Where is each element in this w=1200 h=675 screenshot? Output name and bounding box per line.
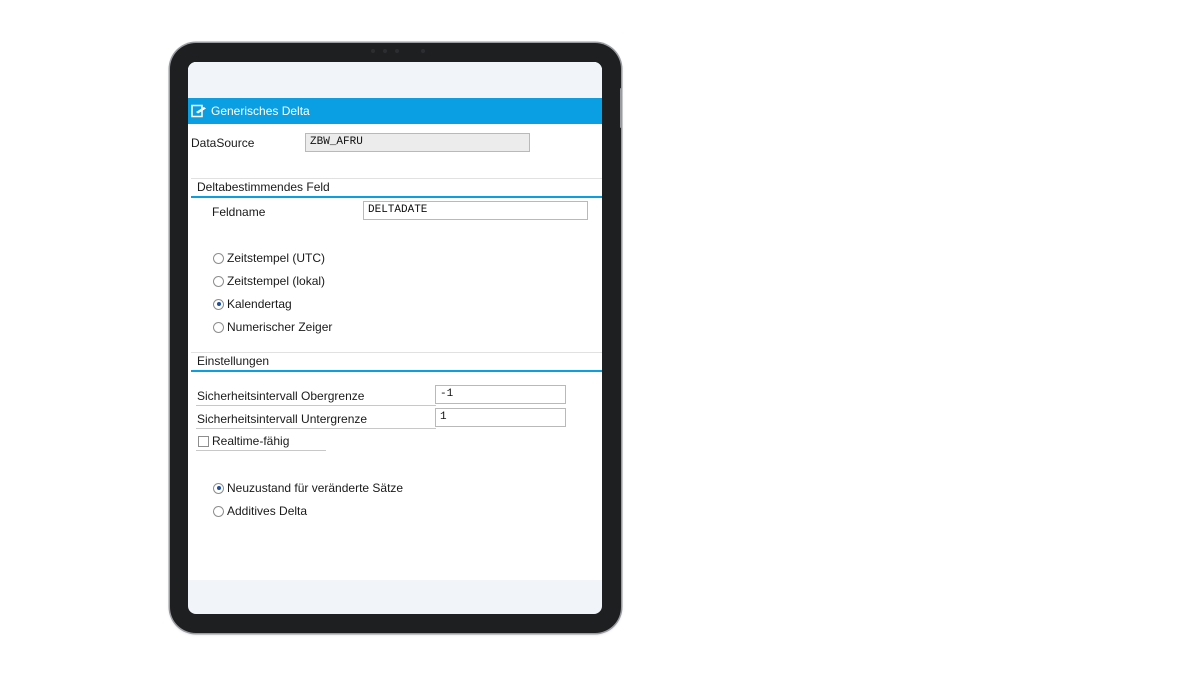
radio-button[interactable] [213,321,224,333]
upper-limit-label: Sicherheitsintervall Obergrenze [197,389,365,403]
datasource-field: ZBW_AFRU [305,133,530,152]
radio-label: Zeitstempel (lokal) [227,274,326,288]
radio-label: Zeitstempel (UTC) [227,251,326,265]
delta-field-group-header: Deltabestimmendes Feld [191,178,602,198]
radio-timestamp-utc[interactable]: Zeitstempel (UTC) [213,251,325,265]
tablet-screen: Generisches Delta DataSource ZBW_AFRU De… [188,62,602,614]
radio-button[interactable] [213,275,224,287]
radio-label: Kalendertag [227,297,292,311]
top-strip [188,62,602,98]
settings-group-title: Einstellungen [197,354,270,368]
radio-button[interactable] [213,505,224,517]
delta-field-group-title: Deltabestimmendes Feld [197,180,330,194]
sap-dialog: Generisches Delta DataSource ZBW_AFRU De… [188,62,602,580]
radio-label: Numerischer Zeiger [227,320,333,334]
lower-limit-label: Sicherheitsintervall Untergrenze [197,412,368,426]
camera-icon [365,47,425,55]
radio-additive-delta[interactable]: Additives Delta [213,504,307,518]
radio-label: Additives Delta [227,504,308,518]
realtime-label: Realtime-fähig [212,434,290,448]
radio-new-state[interactable]: Neuzustand für veränderte Sätze [213,481,403,495]
radio-label: Neuzustand für veränderte Sätze [227,481,404,495]
title-bar: Generisches Delta [188,98,602,124]
window-title: Generisches Delta [211,104,310,118]
fieldname-label: Feldname [212,205,266,219]
radio-timestamp-local[interactable]: Zeitstempel (lokal) [213,274,325,288]
tablet-side-button [620,88,622,128]
realtime-checkbox[interactable] [198,435,209,447]
settings-group-header: Einstellungen [191,352,602,372]
datasource-label: DataSource [191,136,255,150]
divider [196,428,436,429]
radio-button[interactable] [213,482,224,494]
divider [196,450,326,451]
radio-calendar-day[interactable]: Kalendertag [213,297,292,311]
radio-numeric-pointer[interactable]: Numerischer Zeiger [213,320,332,334]
lower-limit-input[interactable]: 1 [435,408,566,427]
edit-document-icon [191,104,206,118]
upper-limit-input[interactable]: -1 [435,385,566,404]
realtime-checkbox-row[interactable]: Realtime-fähig [198,434,289,448]
radio-button[interactable] [213,298,224,310]
divider [196,405,436,406]
radio-button[interactable] [213,252,224,264]
fieldname-input[interactable]: DELTADATE [363,201,588,220]
